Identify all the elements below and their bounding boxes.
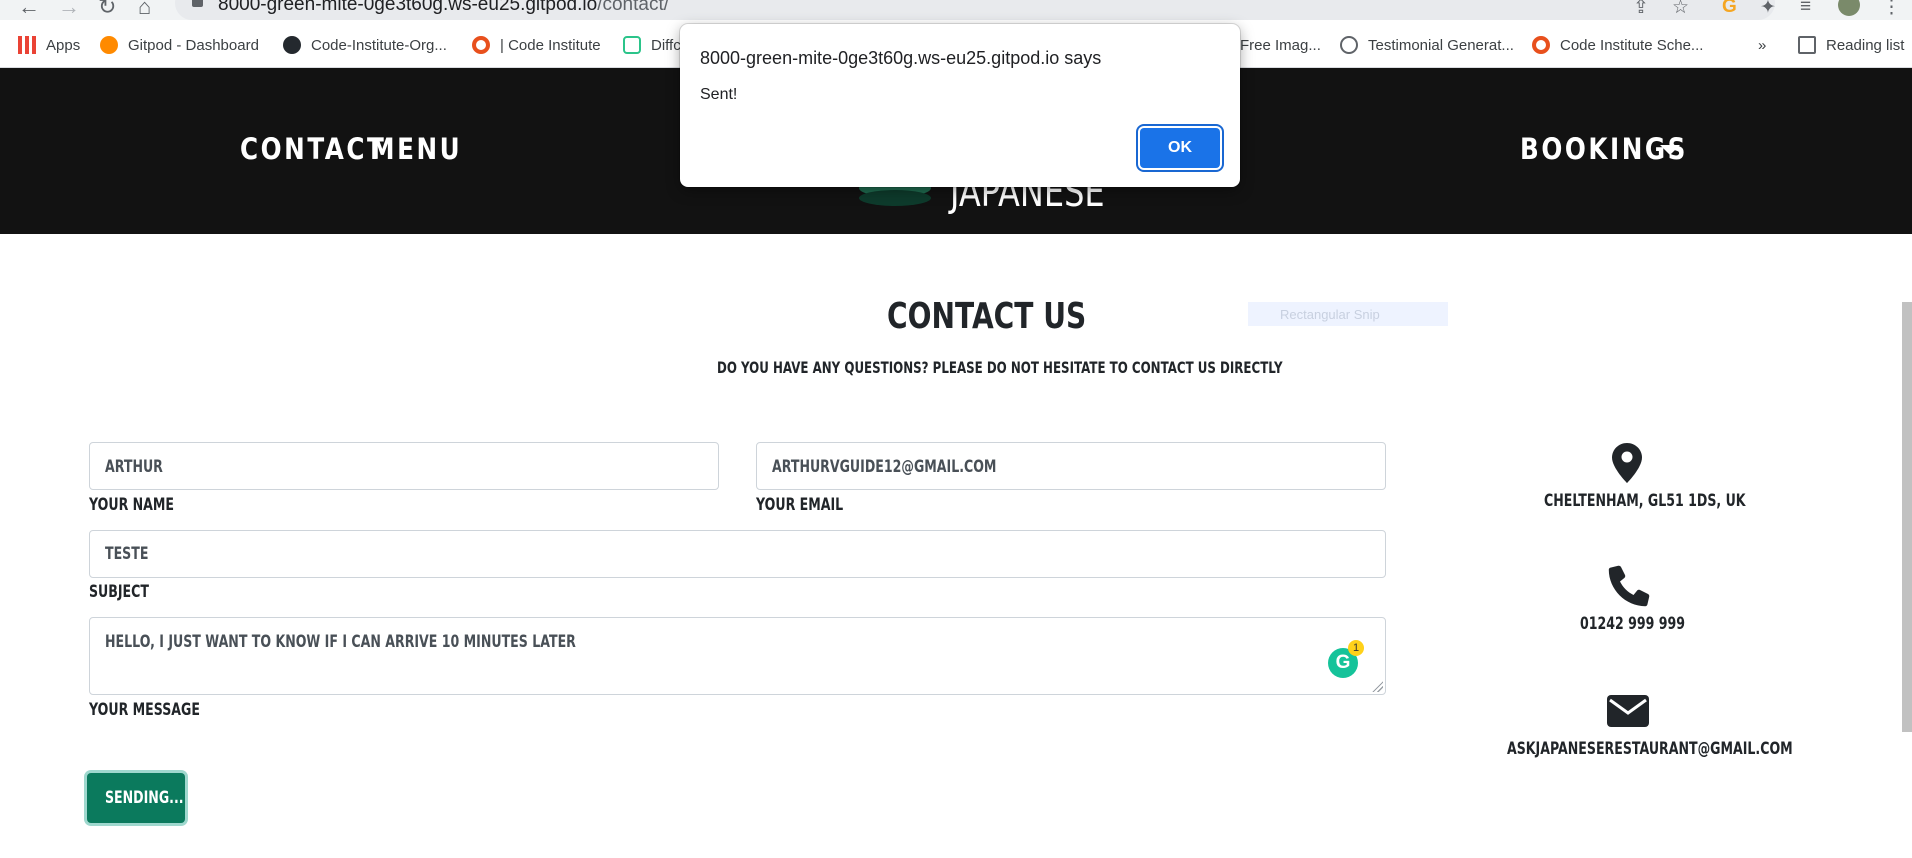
globe-icon bbox=[1340, 36, 1358, 54]
send-button-label: SENDING... bbox=[105, 788, 184, 808]
overflow-chevron-icon: » bbox=[1758, 36, 1767, 54]
message-textarea[interactable]: HELLO, I JUST WANT TO KNOW IF I CAN ARRI… bbox=[89, 617, 1386, 695]
bookmark-testimonial[interactable]: Testimonial Generat... bbox=[1340, 34, 1514, 56]
grammarly-extension-icon[interactable]: G bbox=[1722, 0, 1737, 18]
bookmark-label: Gitpod - Dashboard bbox=[128, 36, 259, 54]
avatar[interactable] bbox=[1838, 0, 1860, 16]
phone-icon bbox=[1608, 565, 1650, 607]
map-pin-icon bbox=[1612, 443, 1642, 483]
bookmark-label: Reading list bbox=[1826, 36, 1905, 54]
phone-text: 01242 999 999 bbox=[1580, 614, 1686, 634]
snip-label: Rectangular Snip bbox=[1280, 307, 1380, 322]
bookmark-diff[interactable]: Diffc bbox=[623, 34, 681, 56]
nav-contact[interactable]: CONTACT bbox=[240, 132, 386, 166]
page-subtitle: DO YOU HAVE ANY QUESTIONS? PLEASE DO NOT… bbox=[717, 358, 1283, 377]
bookmark-code-institute-org[interactable]: Code-Institute-Org... bbox=[283, 34, 447, 56]
more-icon[interactable]: ⋮ bbox=[1882, 0, 1901, 19]
bookmark-label: Code Institute Sche... bbox=[1560, 36, 1704, 54]
page-scrollbar[interactable] bbox=[1902, 302, 1912, 732]
envelope-icon bbox=[1607, 695, 1649, 727]
grammarly-count-badge: 1 bbox=[1348, 640, 1364, 656]
send-button[interactable]: SENDING... bbox=[87, 773, 185, 823]
browser-toolbar: ← → ↻ ⌂ 8000-green-mite-0ge3t60g.ws-eu25… bbox=[0, 0, 1912, 20]
bookmark-code-institute-schedule[interactable]: Code Institute Sche... bbox=[1532, 34, 1703, 56]
name-label: YOUR NAME bbox=[89, 495, 175, 515]
email-value: ARTHURVGUIDE12@GMAIL.COM bbox=[772, 457, 997, 477]
bookmark-free-images[interactable]: Free Imag... bbox=[1240, 34, 1321, 56]
url-text[interactable]: 8000-green-mite-0ge3t60g.ws-eu25.gitpod.… bbox=[218, 0, 669, 16]
bookmark-label: Code-Institute-Org... bbox=[311, 36, 447, 54]
gitpod-icon bbox=[100, 36, 118, 54]
name-input[interactable]: ARTHUR bbox=[89, 442, 719, 490]
share-icon[interactable]: ⇪ bbox=[1633, 0, 1649, 19]
chevron-down-icon[interactable] bbox=[1660, 145, 1680, 155]
alert-dialog: 8000-green-mite-0ge3t60g.ws-eu25.gitpod.… bbox=[680, 24, 1240, 187]
bookmark-code-institute[interactable]: | Code Institute bbox=[472, 34, 601, 56]
bookmarks-overflow[interactable]: » bbox=[1758, 34, 1766, 56]
reading-list[interactable]: Reading list bbox=[1798, 34, 1904, 56]
extensions-icon[interactable]: ✦ bbox=[1760, 0, 1776, 19]
github-icon bbox=[283, 36, 301, 54]
nav-menu[interactable]: MENU bbox=[370, 132, 462, 166]
star-icon[interactable]: ☆ bbox=[1672, 0, 1689, 19]
code-institute-icon bbox=[472, 36, 490, 54]
apps-grid-icon bbox=[18, 36, 36, 54]
diff-icon bbox=[623, 36, 641, 54]
bookmark-apps[interactable]: Apps bbox=[18, 34, 80, 56]
bookmark-label: Apps bbox=[46, 36, 81, 54]
message-value: HELLO, I JUST WANT TO KNOW IF I CAN ARRI… bbox=[105, 632, 576, 652]
bookmark-label: | Code Institute bbox=[500, 36, 601, 54]
email-text: ASKJAPANESERESTAURANT@GMAIL.COM bbox=[1507, 739, 1793, 759]
lock-icon[interactable] bbox=[192, 0, 203, 7]
forward-icon[interactable]: → bbox=[58, 0, 80, 20]
reading-list-icon bbox=[1798, 36, 1816, 54]
code-institute-icon bbox=[1532, 36, 1550, 54]
home-icon[interactable]: ⌂ bbox=[138, 0, 151, 20]
bookmark-gitpod[interactable]: Gitpod - Dashboard bbox=[100, 34, 259, 56]
back-icon[interactable]: ← bbox=[18, 0, 40, 20]
dialog-message: Sent! bbox=[700, 86, 738, 103]
subject-value: TESTE bbox=[105, 544, 149, 564]
bookmark-label: Testimonial Generat... bbox=[1368, 36, 1514, 54]
rectangular-snip-overlay: Rectangular Snip bbox=[1248, 302, 1448, 326]
bookmark-label: Diffc bbox=[651, 36, 681, 54]
reload-icon[interactable]: ↻ bbox=[98, 0, 116, 20]
resize-handle-icon[interactable] bbox=[1371, 680, 1383, 692]
address-text: CHELTENHAM, GL51 1DS, UK bbox=[1544, 491, 1746, 511]
email-input[interactable]: ARTHURVGUIDE12@GMAIL.COM bbox=[756, 442, 1386, 490]
name-value: ARTHUR bbox=[105, 457, 163, 477]
message-label: YOUR MESSAGE bbox=[89, 700, 200, 720]
media-icon[interactable]: ≡ bbox=[1800, 0, 1811, 18]
page-title: CONTACT US bbox=[887, 296, 1087, 337]
dialog-title: 8000-green-mite-0ge3t60g.ws-eu25.gitpod.… bbox=[700, 48, 1102, 68]
email-label: YOUR EMAIL bbox=[756, 495, 844, 515]
subject-label: SUBJECT bbox=[89, 582, 149, 602]
bookmark-label: Free Imag... bbox=[1240, 36, 1321, 54]
ok-button[interactable]: OK bbox=[1140, 128, 1220, 168]
subject-input[interactable]: TESTE bbox=[89, 530, 1386, 578]
